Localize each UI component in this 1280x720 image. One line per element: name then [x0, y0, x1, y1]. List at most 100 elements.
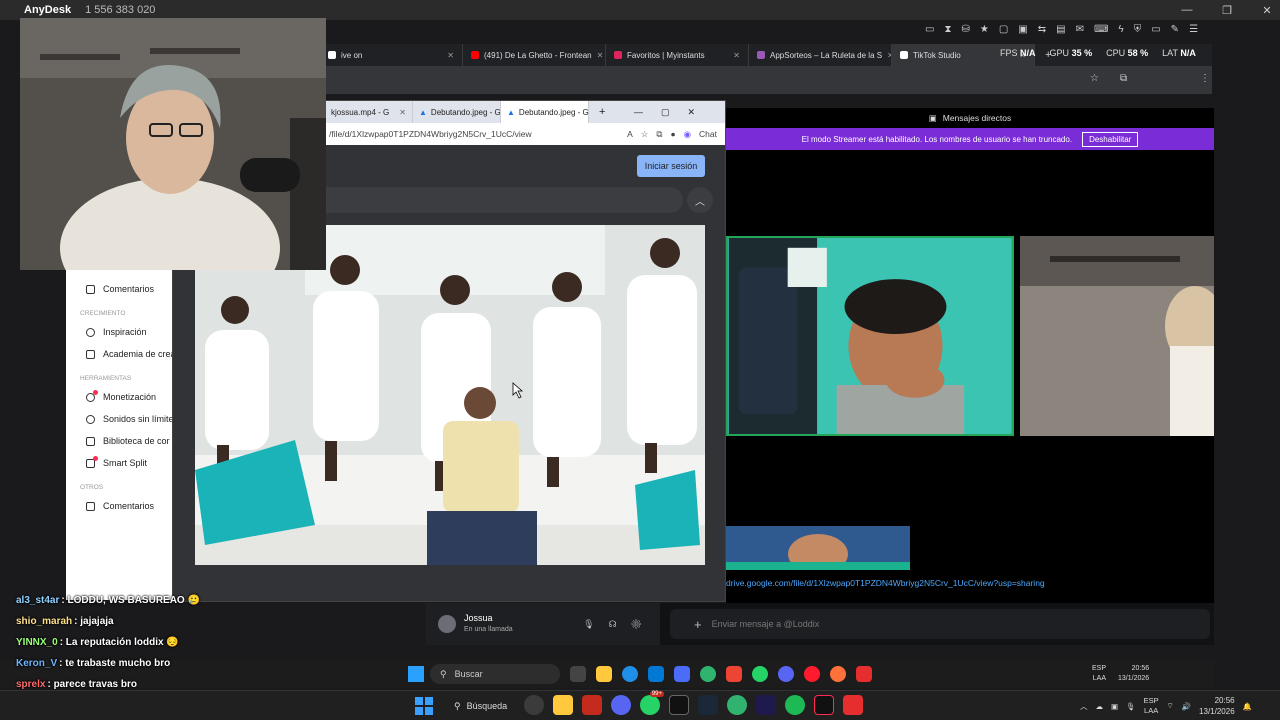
video-preview[interactable]	[726, 526, 910, 570]
menu-icon[interactable]: ☰	[1189, 24, 1198, 35]
close-icon[interactable]: ✕	[733, 51, 740, 60]
app-icon[interactable]	[674, 666, 690, 682]
banner-text: El modo Streamer está habilitado. Los no…	[801, 134, 1073, 144]
onedrive-icon[interactable]: ☁	[1096, 702, 1104, 711]
sidebar-item-monetizacion[interactable]: Monetización	[66, 386, 174, 408]
favorite-icon[interactable]: ☆	[641, 129, 649, 140]
viewer-tab[interactable]: kjossua.mp4 - G ✕	[325, 101, 413, 123]
chat-icon[interactable]: ▭	[925, 24, 934, 35]
extensions-icon[interactable]: ⧉	[1120, 73, 1127, 84]
copilot-icon[interactable]: ◉	[684, 129, 691, 140]
volume-icon[interactable]: 🔊	[1182, 702, 1191, 711]
switch-icon[interactable]: ⇆	[1038, 24, 1046, 35]
chrome-icon[interactable]	[700, 666, 716, 682]
edge-icon[interactable]	[622, 666, 638, 682]
sidebar-item-comentarios-2[interactable]: Comentarios	[66, 495, 174, 517]
message-input[interactable]: + Enviar mensaje a @Loddix	[670, 609, 1210, 639]
message-icon[interactable]: ✉	[1076, 24, 1084, 35]
anydesk-titlebar: AnyDesk 1 556 383 020 — ❐ ✕	[0, 0, 1280, 20]
shared-link[interactable]: drive.google.com/file/d/1Xlzwpap0T1PZDN4…	[726, 578, 1045, 588]
spotify-icon[interactable]	[785, 695, 805, 715]
file-explorer-icon[interactable]	[596, 666, 612, 682]
sidebar-item-sonidos[interactable]: Sonidos sin límite	[66, 408, 174, 430]
chevron-up-icon[interactable]: ︿	[687, 187, 713, 213]
clock[interactable]: 20:56 13/1/2026	[1199, 695, 1235, 717]
keyboard-icon[interactable]: ⌨	[1094, 24, 1108, 35]
voice-controls[interactable]: 🎙☊⚙	[583, 619, 660, 630]
minimize-icon[interactable]: —	[1174, 4, 1200, 16]
whatsapp-icon[interactable]	[752, 666, 768, 682]
app-icon[interactable]	[726, 666, 742, 682]
hourglass-icon[interactable]: ⧗	[944, 24, 951, 35]
firefox-icon[interactable]	[830, 666, 846, 682]
participant-video-1[interactable]	[726, 236, 1014, 436]
sidebar-item-inspiracion[interactable]: Inspiración	[66, 321, 174, 343]
anydesk-icon[interactable]	[856, 666, 872, 682]
participant-video-2[interactable]	[1020, 236, 1214, 436]
profile-icon[interactable]: ●	[670, 129, 675, 139]
extensions-icon[interactable]: ⧉	[656, 129, 662, 140]
new-tab-icon[interactable]: +	[589, 106, 605, 118]
language-indicator[interactable]: ESP LAA	[1144, 696, 1159, 716]
more-icon[interactable]: ⋮	[1200, 73, 1210, 84]
read-aloud-icon[interactable]: A	[627, 129, 633, 139]
disable-streamer-button[interactable]: Deshabilitar	[1082, 131, 1139, 147]
notification-icon[interactable]: 🔔	[1243, 702, 1252, 711]
sidebar-item-academia[interactable]: Academia de crea	[66, 343, 174, 365]
file-explorer-icon[interactable]	[553, 695, 573, 715]
login-button[interactable]: Iniciar sesión	[637, 155, 705, 177]
opera-icon[interactable]	[804, 666, 820, 682]
shield-icon[interactable]: ⛨	[1134, 24, 1142, 35]
sidebar-item-comentarios[interactable]: Comentarios	[66, 278, 174, 300]
add-icon[interactable]: +	[694, 617, 702, 632]
chevron-up-icon[interactable]: ︿	[1080, 701, 1088, 712]
wifi-icon[interactable]: ⌔	[1167, 701, 1174, 711]
close-icon[interactable]: ✕	[447, 51, 454, 60]
viewer-tab-active[interactable]: ▲Debutando.jpeg - G✕	[501, 101, 589, 123]
star-icon[interactable]: ★	[980, 24, 989, 35]
browser-tab[interactable]: AppSorteos – La Ruleta de la S✕	[749, 44, 892, 66]
lightning-icon[interactable]: ϟ	[1118, 24, 1123, 35]
remote-search[interactable]: ⚲ Buscar	[430, 664, 560, 684]
browser-tab[interactable]: (491) De La Ghetto - Frontean ✕	[463, 44, 606, 66]
epic-games-icon[interactable]	[669, 695, 689, 715]
close-icon[interactable]: ✕	[1254, 4, 1280, 17]
monitor-icon[interactable]: ▣	[1018, 24, 1027, 35]
language-indicator[interactable]: ESP LAA	[1092, 664, 1106, 684]
chat-username: Keron_V	[16, 658, 58, 669]
window-icon[interactable]: ▤	[1056, 24, 1065, 35]
app-icon[interactable]	[582, 695, 602, 715]
database-icon[interactable]: ⛁	[961, 24, 969, 35]
viewer-tab[interactable]: ▲Debutando.jpeg - G✕	[413, 101, 501, 123]
tiktok-icon[interactable]	[814, 695, 834, 715]
anydesk-icon[interactable]	[843, 695, 863, 715]
discord-icon[interactable]	[778, 666, 794, 682]
window-controls[interactable]: —▢✕	[634, 107, 725, 118]
display-icon[interactable]: ▭	[1151, 24, 1160, 35]
store-icon[interactable]	[648, 666, 664, 682]
mic-icon[interactable]: 🎙	[1126, 702, 1136, 711]
whatsapp-icon[interactable]: 99+	[640, 691, 664, 715]
browser-tab[interactable]: Favoritos | Myinstants ✕	[606, 44, 749, 66]
avatar[interactable]	[438, 615, 456, 633]
copilot-icon[interactable]	[524, 695, 544, 715]
browser-tab[interactable]: ive on ✕	[320, 44, 463, 66]
app-tray-icon[interactable]: ▣	[1111, 702, 1118, 711]
sidebar-item-biblioteca[interactable]: Biblioteca de cor	[66, 430, 174, 452]
chrome-icon[interactable]	[727, 695, 747, 715]
windows-start-icon[interactable]	[414, 696, 434, 716]
maximize-icon[interactable]: ❐	[1214, 4, 1240, 17]
pen-icon[interactable]: ✎	[1171, 24, 1179, 35]
chat-label[interactable]: Chat	[699, 129, 725, 139]
screen-icon[interactable]: ▢	[999, 24, 1008, 35]
star-icon[interactable]: ☆	[1090, 73, 1099, 84]
steam-icon[interactable]	[698, 695, 718, 715]
sidebar-item-smart-split[interactable]: Smart Split	[66, 452, 174, 474]
premiere-icon[interactable]	[756, 695, 776, 715]
close-icon[interactable]: ✕	[399, 108, 406, 117]
taskbar-search[interactable]: ⚲ Búsqueda	[444, 695, 524, 717]
discord-icon[interactable]	[611, 695, 631, 715]
task-view-icon[interactable]	[570, 666, 586, 682]
close-icon[interactable]: ✕	[597, 51, 604, 60]
start-icon[interactable]	[408, 666, 424, 682]
